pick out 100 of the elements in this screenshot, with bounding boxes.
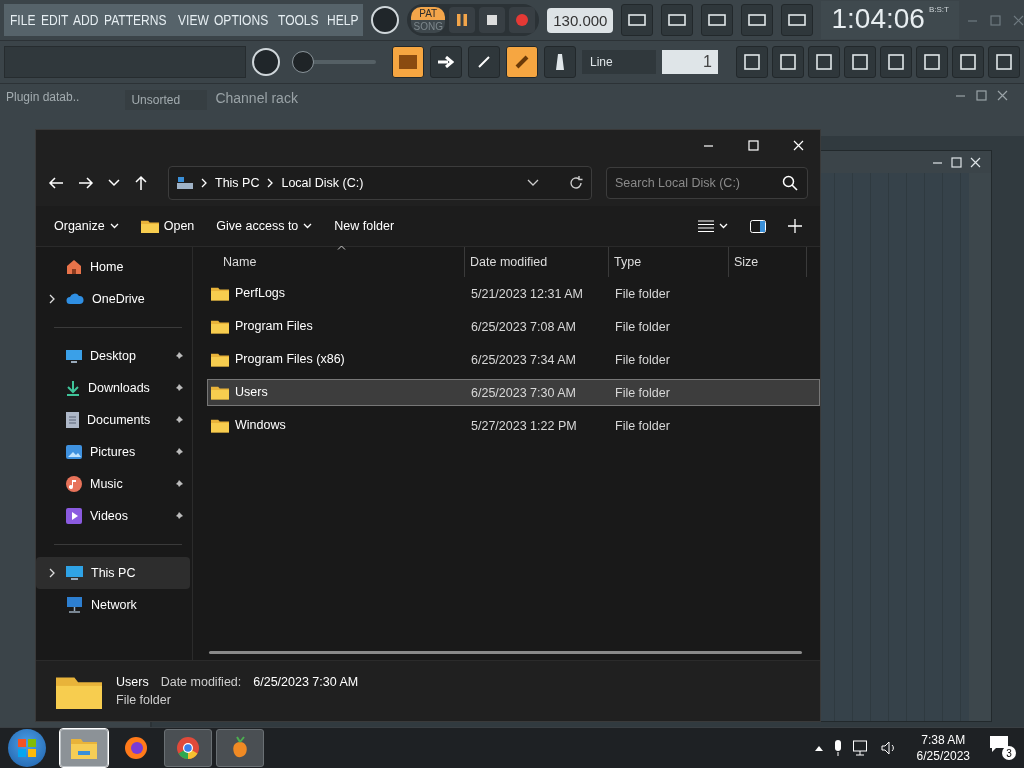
toolbar-button[interactable] <box>808 46 840 78</box>
address-bar[interactable]: This PC Local Disk (C:) <box>168 166 592 200</box>
column-header[interactable]: Name <box>207 247 465 277</box>
notification-button[interactable]: 3 <box>990 736 1016 760</box>
toolbar-button[interactable] <box>392 46 424 78</box>
taskbar-time[interactable]: 7:38 AM <box>921 733 966 747</box>
date-cell-text: 6/25/2023 7:34 AM <box>470 352 577 367</box>
video-icon <box>66 508 82 524</box>
back-button[interactable] <box>48 176 64 190</box>
chevron-down-icon <box>303 223 313 229</box>
menu-item[interactable]: HELP <box>326 12 359 28</box>
pin-icon[interactable] <box>174 383 184 393</box>
toolbar-button[interactable] <box>988 46 1020 78</box>
forward-button[interactable] <box>78 176 94 190</box>
nav-item[interactable]: Downloads <box>36 372 190 404</box>
toolbar-button[interactable] <box>661 4 694 36</box>
toolbar-button[interactable] <box>880 46 912 78</box>
plus-icon <box>788 219 802 233</box>
menu-item[interactable]: VIEW <box>177 12 209 28</box>
breadcrumb[interactable]: Local Disk (C:) <box>281 176 364 190</box>
start-button[interactable] <box>8 729 46 767</box>
recent-button[interactable] <box>108 179 120 187</box>
pin-icon[interactable] <box>174 447 184 457</box>
nav-item[interactable]: Pictures <box>36 436 190 468</box>
pause-button[interactable] <box>449 7 476 33</box>
pin-icon[interactable] <box>174 511 184 521</box>
desktop-icon <box>66 349 82 363</box>
taskbar-app[interactable] <box>216 729 264 767</box>
column-header[interactable]: Type <box>609 247 729 277</box>
scrollbar[interactable] <box>969 173 991 721</box>
file-row[interactable]: Program Files (x86) 6/25/2023 7:34 AM File folder <box>207 346 820 373</box>
chevron-right-icon <box>267 178 274 188</box>
column-header[interactable]: Date modified <box>465 247 609 277</box>
nav-item[interactable]: Documents <box>36 404 190 436</box>
toolbar-button[interactable] <box>741 4 774 36</box>
column-header[interactable]: Size <box>729 247 807 277</box>
toolbar-button[interactable] <box>916 46 948 78</box>
pitch-knob[interactable] <box>252 48 280 76</box>
tempo-display[interactable]: 130.000 <box>547 7 614 33</box>
file-row[interactable]: Users 6/25/2023 7:30 AM File folder <box>207 379 820 406</box>
nav-item[interactable]: This PC <box>36 557 190 589</box>
back-arrow-icon <box>48 176 64 190</box>
chevron-down-icon <box>109 223 119 229</box>
stop-button[interactable] <box>479 7 506 33</box>
pin-icon[interactable] <box>174 351 184 361</box>
mode-toggle[interactable]: PAT <box>411 7 446 20</box>
pin-icon[interactable] <box>174 415 184 425</box>
volume-slider-thumb[interactable] <box>292 51 315 73</box>
pattern-selector[interactable]: 1 <box>662 50 718 74</box>
toolbar-button[interactable] <box>844 46 876 78</box>
file-row[interactable]: Windows 5/27/2023 1:22 PM File folder <box>207 412 820 439</box>
sort-selector[interactable]: Unsorted <box>125 90 208 110</box>
nav-item[interactable]: Music <box>36 468 190 500</box>
caret-up-icon <box>814 745 823 751</box>
record-icon <box>516 14 529 26</box>
file-row[interactable]: Program Files 6/25/2023 7:08 AM File folder <box>207 313 820 340</box>
selected-item-name: Users <box>116 675 149 689</box>
menu-item[interactable]: TOOLS <box>278 12 320 28</box>
toolbar-button[interactable] <box>430 46 462 78</box>
nav-item[interactable]: OneDrive <box>36 283 190 315</box>
expand-chevron-icon[interactable] <box>49 568 55 578</box>
nav-item[interactable]: Videos <box>36 500 190 532</box>
search-field[interactable]: Search Local Disk (C:) <box>606 167 808 199</box>
toolbar-button[interactable]: Open <box>132 214 203 238</box>
scrollbar[interactable] <box>209 651 802 654</box>
pin-icon[interactable] <box>174 479 184 489</box>
menu-item[interactable]: ADD <box>73 12 99 28</box>
date-cell-text: 5/27/2023 1:22 PM <box>470 418 578 433</box>
toolbar-button[interactable] <box>952 46 984 78</box>
up-button[interactable] <box>134 175 148 191</box>
document-icon <box>66 412 79 428</box>
snap-selector[interactable]: Line <box>582 50 656 74</box>
toolbar-button[interactable] <box>772 46 804 78</box>
toolbar-button[interactable] <box>781 4 814 36</box>
taskbar-date[interactable]: 6/25/2023 <box>916 749 970 763</box>
forward-arrow-icon <box>78 176 94 190</box>
menu-item[interactable]: OPTIONS <box>214 12 269 28</box>
toolbar-button[interactable] <box>701 4 734 36</box>
toolbar-button[interactable] <box>544 46 576 78</box>
menu-item[interactable]: PATTERNS <box>104 12 167 28</box>
file-row[interactable]: PerfLogs 5/21/2023 12:31 AM File folder <box>207 280 820 307</box>
taskbar-app[interactable] <box>164 729 212 767</box>
nav-item[interactable]: Network <box>36 589 190 621</box>
toolbar-button[interactable]: New folder <box>326 215 403 237</box>
refresh-icon <box>569 176 583 190</box>
toolbar-button[interactable] <box>506 46 538 78</box>
toolbar-button[interactable] <box>468 46 500 78</box>
toolbar-button[interactable] <box>736 46 768 78</box>
menu-item[interactable]: FILE <box>10 12 36 28</box>
toolbar-button[interactable] <box>621 4 654 36</box>
expand-chevron-icon[interactable] <box>49 294 55 304</box>
folder-icon <box>140 218 159 234</box>
master-volume-knob[interactable] <box>371 6 400 34</box>
menu-item[interactable]: EDIT <box>40 12 68 28</box>
nav-item[interactable]: Desktop <box>36 340 190 372</box>
channel-rack-title: Channel rack <box>215 90 298 106</box>
toolbar-button[interactable]: Give access to <box>208 215 321 237</box>
breadcrumb[interactable]: This PC <box>215 176 260 190</box>
nav-item[interactable]: Home <box>36 251 190 283</box>
toolbar-button[interactable]: Organize <box>46 215 127 237</box>
